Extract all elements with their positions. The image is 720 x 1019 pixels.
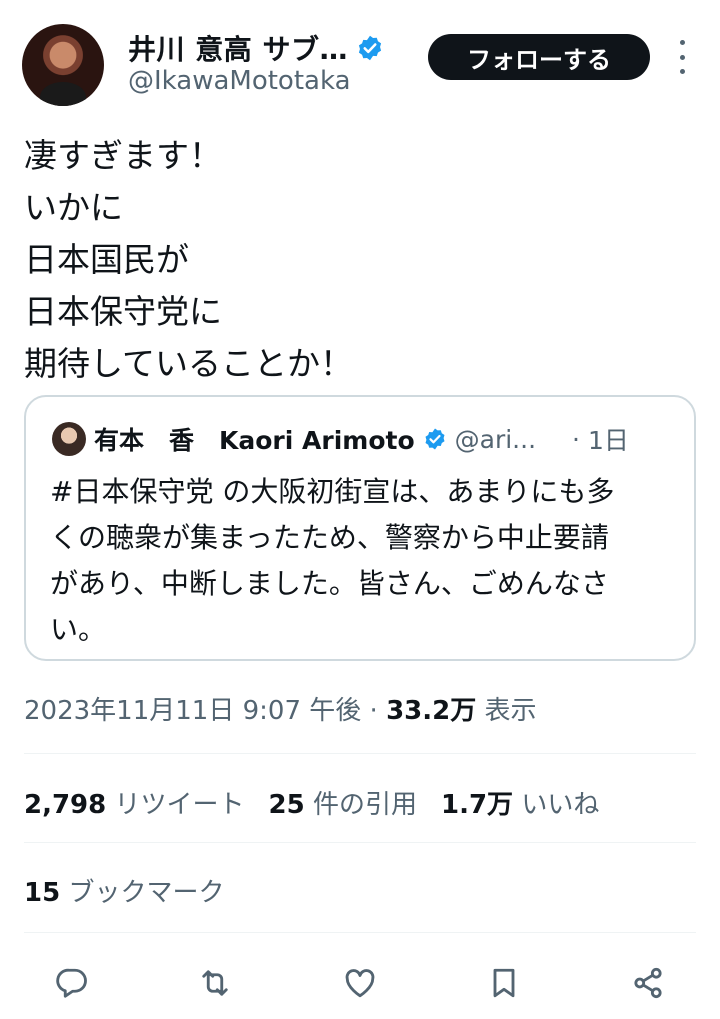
retweet-label: リツイート	[114, 790, 245, 820]
quoted-tweet-text: #日本保守党 の大阪初街宣は、あまりにも多 くの聴衆が集まったため、警察から中止…	[50, 469, 680, 653]
quote-label: 件の引用	[312, 790, 417, 820]
quoted-text-line: い。	[50, 613, 107, 646]
divider	[24, 842, 696, 843]
action-bar	[0, 955, 720, 1011]
bookmark-button[interactable]	[482, 961, 526, 1005]
author-name-row: 井川 意高 サブ…	[128, 28, 384, 68]
bookmark-stat[interactable]: 15 ブックマーク	[24, 872, 224, 909]
verified-badge-icon	[425, 428, 445, 450]
quoted-tweet-header: 有本 香 Kaori Arimoto @ari... · 1日	[52, 421, 672, 457]
share-icon	[634, 967, 662, 999]
reply-button[interactable]	[50, 961, 94, 1005]
bookmark-count: 15	[24, 878, 61, 908]
quoted-author-avatar	[52, 422, 86, 456]
share-button[interactable]	[626, 961, 670, 1005]
quoted-text-line: #日本保守党 の大阪初街宣は、あまりにも多	[50, 475, 615, 508]
follow-button[interactable]: フォローする	[428, 34, 650, 80]
view-label: 表示	[484, 696, 537, 726]
tweet-timestamp[interactable]: 2023年11月11日 9:07 午後	[24, 696, 361, 726]
divider	[24, 753, 696, 754]
tweet-header: 井川 意高 サブ… @IkawaMototaka フォローする	[0, 0, 720, 110]
author-handle[interactable]: @IkawaMototaka	[128, 66, 351, 96]
quoted-author-handle: @ari...	[454, 424, 537, 454]
reply-icon	[56, 968, 87, 998]
like-label: いいね	[521, 790, 600, 820]
bookmark-label: ブックマーク	[68, 878, 225, 908]
more-options-icon[interactable]	[670, 40, 694, 74]
meta-separator: ·	[369, 696, 378, 726]
quote-stat[interactable]: 25 件の引用	[269, 784, 417, 821]
bookmark-icon	[493, 968, 515, 998]
tweet-meta: 2023年11月11日 9:07 午後 · 33.2万 表示	[24, 690, 537, 727]
divider	[24, 932, 696, 933]
retweet-stat[interactable]: 2,798 リツイート	[24, 784, 245, 821]
author-display-name[interactable]: 井川 意高 サブ…	[128, 28, 348, 68]
tweet-text-line: 期待していることか！	[24, 344, 354, 383]
quote-count: 25	[268, 790, 305, 820]
quoted-tweet-card[interactable]: 有本 香 Kaori Arimoto @ari... · 1日 #日本保守党 の…	[24, 395, 696, 661]
tweet-text-line: いかに	[24, 188, 123, 227]
retweet-button[interactable]	[193, 961, 237, 1005]
tweet-text-line: 日本国民が	[24, 240, 189, 279]
like-stat[interactable]: 1.7万 いいね	[441, 784, 599, 821]
view-count: 33.2万	[386, 696, 477, 726]
tweet-text: 凄すぎます！ いかに 日本国民が 日本保守党に 期待していることか！	[24, 130, 684, 390]
author-avatar[interactable]	[22, 24, 104, 106]
retweet-count: 2,798	[24, 790, 107, 820]
engagement-stats: 2,798 リツイート 25 件の引用 1.7万 いいね	[24, 784, 599, 821]
quoted-time: 1日	[587, 426, 629, 455]
verified-badge-icon	[358, 35, 382, 61]
quoted-text-line: があり、中断しました。皆さん、ごめんなさ	[50, 567, 609, 600]
tweet-text-line: 日本保守党に	[24, 292, 222, 331]
tweet-text-line: 凄すぎます！	[24, 136, 222, 175]
retweet-icon	[202, 970, 228, 996]
quoted-author-name: 有本 香 Kaori Arimoto	[94, 426, 415, 455]
like-button[interactable]	[338, 961, 382, 1005]
quoted-separator: ·	[572, 424, 580, 454]
quoted-text-line: くの聴衆が集まったため、警察から中止要請	[50, 521, 609, 554]
like-count: 1.7万	[441, 790, 514, 820]
like-icon	[345, 969, 375, 998]
